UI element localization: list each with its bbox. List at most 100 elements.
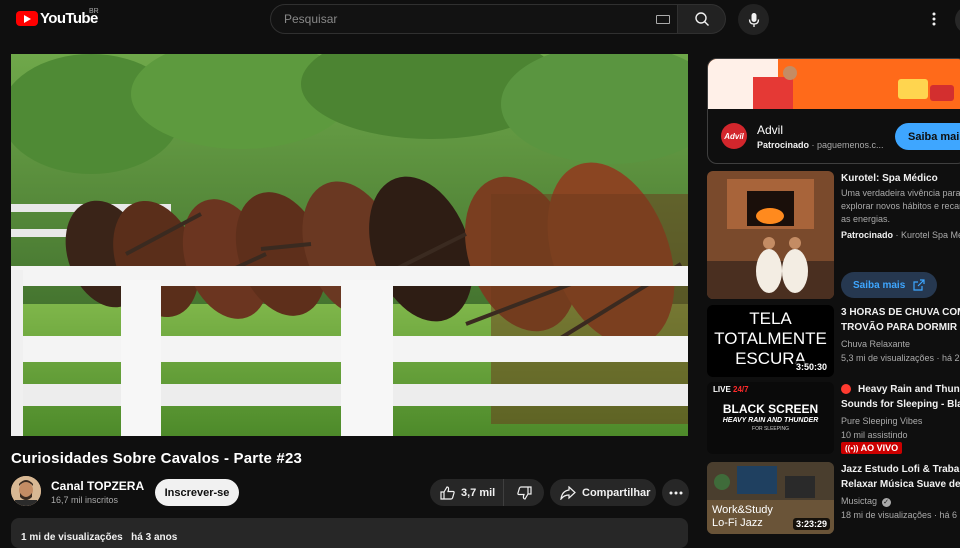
ad-title[interactable]: Advil bbox=[757, 123, 783, 137]
thumbs-down-icon bbox=[516, 485, 532, 500]
thumb-line: TOTALMENTE bbox=[714, 329, 827, 348]
microphone-icon bbox=[748, 12, 759, 27]
recommendation-thumbnail[interactable]: LIVE 24/7 BLACK SCREEN HEAVY RAIN AND TH… bbox=[707, 382, 834, 454]
channel-avatar[interactable] bbox=[11, 476, 41, 506]
region-label: BR bbox=[89, 8, 99, 15]
video-duration: 3:50:30 bbox=[792, 361, 830, 373]
ad-sponsored-label: Patrocinado bbox=[757, 140, 810, 150]
sponsored-label: Patrocinado bbox=[841, 230, 894, 240]
youtube-logo[interactable]: YouTube bbox=[16, 10, 98, 27]
watching-count: 10 mil assistindo bbox=[841, 430, 908, 440]
recommendation-title-line2[interactable]: TROVÃO PARA DORMIR E bbox=[841, 320, 960, 335]
channel-name[interactable]: Musictag ✓ bbox=[841, 496, 891, 507]
recommendation-thumbnail[interactable]: TELA TOTALMENTE ESCURA 3:50:30 bbox=[707, 305, 834, 377]
video-frame-horses bbox=[11, 54, 688, 436]
thumb-line: HEAVY RAIN AND THUNDER bbox=[722, 417, 819, 424]
thumb-line: Lo-Fi Jazz bbox=[712, 517, 763, 529]
recommendation-item[interactable]: TELA TOTALMENTE ESCURA 3:50:30 3 HORAS D… bbox=[707, 305, 960, 377]
channel-name: Kurotel Spa Mé bbox=[901, 230, 960, 240]
more-actions-button[interactable] bbox=[662, 479, 689, 506]
search-icon bbox=[694, 12, 709, 26]
ad-domain: paguemenos.c... bbox=[817, 140, 884, 150]
video-title: Curiosidades Sobre Cavalos - Parte #23 bbox=[11, 450, 303, 467]
dislike-button[interactable] bbox=[504, 479, 544, 506]
video-stats: 18 mi de visualizações · há 6 bbox=[841, 510, 958, 520]
video-player[interactable] bbox=[11, 54, 688, 436]
thumbnail-live-tag: LIVE 24/7 bbox=[713, 385, 749, 394]
recommendation-title[interactable]: 3 HORAS DE CHUVA COM bbox=[841, 305, 960, 320]
recommendation-item[interactable]: LIVE 24/7 BLACK SCREEN HEAVY RAIN AND TH… bbox=[707, 382, 960, 454]
ad-banner-image[interactable] bbox=[708, 59, 960, 109]
video-stats: 5,3 mi de visualizações · há 2 bbox=[841, 353, 960, 363]
like-count: 3,7 mil bbox=[461, 486, 496, 499]
youtube-play-icon bbox=[16, 11, 38, 26]
top-bar: YouTube BR bbox=[0, 0, 960, 40]
recommendation-title[interactable]: Jazz Estudo Lofi & Trabal bbox=[841, 462, 960, 477]
like-button[interactable]: 3,7 mil bbox=[430, 479, 504, 506]
share-arrow-icon bbox=[560, 485, 576, 500]
description-box[interactable]: 1 mi de visualizações há 3 anos bbox=[11, 518, 688, 548]
live-badge: ((•)) AO VIVO bbox=[841, 442, 903, 454]
ad-banner-graphic bbox=[708, 59, 960, 109]
channel-name[interactable]: Canal TOPZERA bbox=[51, 479, 144, 493]
search-input[interactable] bbox=[270, 4, 678, 34]
upload-age: há 3 anos bbox=[131, 532, 178, 543]
verified-icon: ✓ bbox=[881, 498, 891, 507]
thumb-line: FOR SLEEPING bbox=[752, 426, 789, 432]
subscribe-button[interactable]: Inscrever-se bbox=[155, 479, 239, 506]
live-dot-icon bbox=[841, 384, 851, 394]
view-count: 5,3 mi de visualizações bbox=[841, 353, 935, 363]
more-vert-icon bbox=[932, 12, 936, 26]
recommendation-thumbnail[interactable] bbox=[707, 171, 834, 299]
channel-name[interactable]: Chuva Relaxante bbox=[841, 339, 910, 349]
view-count: 18 mi de visualizações bbox=[841, 510, 932, 520]
live-label: AO VIVO bbox=[860, 443, 899, 453]
thumb-line: Work&Study bbox=[712, 504, 773, 516]
view-count: 1 mi de visualizações bbox=[21, 532, 123, 543]
spa-thumbnail-image bbox=[707, 171, 834, 299]
thumb-line: TELA bbox=[749, 309, 792, 328]
learn-more-button[interactable]: Saiba mais bbox=[841, 272, 937, 298]
recommendation-title[interactable]: Kurotel: Spa Médico bbox=[841, 171, 960, 186]
ad-card[interactable]: Advil Advil Patrocinado · paguemenos.c..… bbox=[707, 58, 960, 164]
thumbnail-text: TELA TOTALMENTE ESCURA bbox=[707, 309, 834, 369]
like-dislike-group: 3,7 mil bbox=[430, 479, 544, 506]
recommendation-title-line2[interactable]: Sounds for Sleeping - Bla bbox=[841, 397, 960, 412]
upload-age: há 2 bbox=[942, 353, 960, 363]
search-bar bbox=[270, 4, 726, 34]
advertiser-logo: Advil bbox=[721, 123, 747, 149]
share-label: Compartilhar bbox=[582, 486, 651, 499]
always-tag: 24/7 bbox=[733, 385, 749, 394]
broadcast-icon: ((•)) bbox=[845, 444, 859, 453]
open-external-icon bbox=[913, 279, 925, 291]
settings-menu-button[interactable] bbox=[924, 8, 944, 30]
ad-sponsor-line: Patrocinado · Kurotel Spa Mé bbox=[841, 230, 960, 240]
recommendation-title-line2[interactable]: Relaxar Música Suave de bbox=[841, 477, 960, 492]
avatar-face-icon bbox=[11, 476, 41, 506]
channel-name-text: Musictag bbox=[841, 496, 878, 506]
search-button[interactable] bbox=[678, 4, 726, 34]
upload-age: há 6 bbox=[939, 510, 958, 520]
channel-name[interactable]: Pure Sleeping Vibes bbox=[841, 416, 922, 426]
learn-more-label: Saiba mais bbox=[853, 279, 906, 291]
ad-description-line: Uma verdadeira vivência para bbox=[841, 188, 960, 198]
thumb-line: BLACK SCREEN bbox=[722, 402, 819, 416]
share-button[interactable]: Compartilhar bbox=[550, 479, 656, 506]
more-horiz-icon bbox=[669, 491, 682, 494]
subscriber-count: 16,7 mil inscritos bbox=[51, 495, 119, 505]
recommendation-title[interactable]: Heavy Rain and Thund bbox=[858, 382, 960, 397]
voice-search-button[interactable] bbox=[738, 4, 769, 35]
recommendation-item[interactable]: Kurotel: Spa Médico Uma verdadeira vivên… bbox=[707, 171, 960, 301]
keyboard-icon[interactable] bbox=[656, 15, 670, 24]
ad-description-line: explorar novos hábitos e recar bbox=[841, 201, 960, 211]
live-tag: LIVE bbox=[713, 385, 731, 394]
thumbs-up-icon bbox=[440, 485, 455, 500]
recommendation-item[interactable]: Work&Study Lo-Fi Jazz 3:23:29 Jazz Estud… bbox=[707, 462, 960, 534]
ad-learn-more-button[interactable]: Saiba mais bbox=[895, 123, 960, 150]
account-avatar[interactable] bbox=[955, 6, 960, 34]
ad-description-line: as energias. bbox=[841, 214, 891, 224]
video-duration: 3:23:29 bbox=[792, 518, 830, 530]
thumbnail-text: Work&Study Lo-Fi Jazz bbox=[712, 504, 773, 530]
recommendation-thumbnail[interactable]: Work&Study Lo-Fi Jazz 3:23:29 bbox=[707, 462, 834, 534]
ad-sponsor-line: Patrocinado · paguemenos.c... bbox=[757, 140, 884, 150]
